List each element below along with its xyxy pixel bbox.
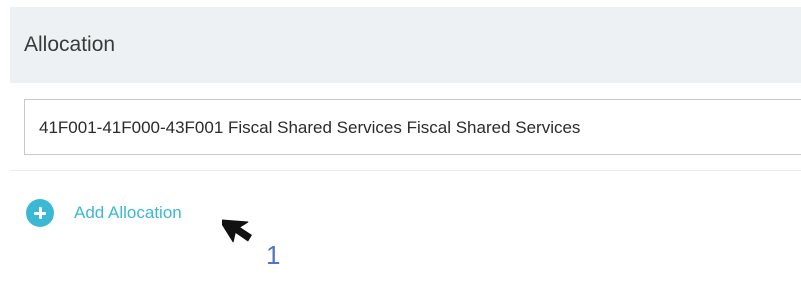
add-allocation-button[interactable]: Add Allocation: [26, 199, 182, 227]
allocation-value: 41F001-41F000-43F001 Fiscal Shared Servi…: [39, 118, 581, 137]
mouse-pointer-icon: [222, 219, 252, 243]
step-number: 1: [266, 240, 281, 270]
plus-circle-icon[interactable]: [26, 199, 54, 227]
allocation-item[interactable]: 41F001-41F000-43F001 Fiscal Shared Servi…: [24, 99, 801, 155]
allocation-section-header: Allocation: [10, 7, 801, 83]
add-allocation-label[interactable]: Add Allocation: [74, 203, 182, 223]
divider: [10, 170, 801, 171]
section-title: Allocation: [24, 33, 116, 56]
